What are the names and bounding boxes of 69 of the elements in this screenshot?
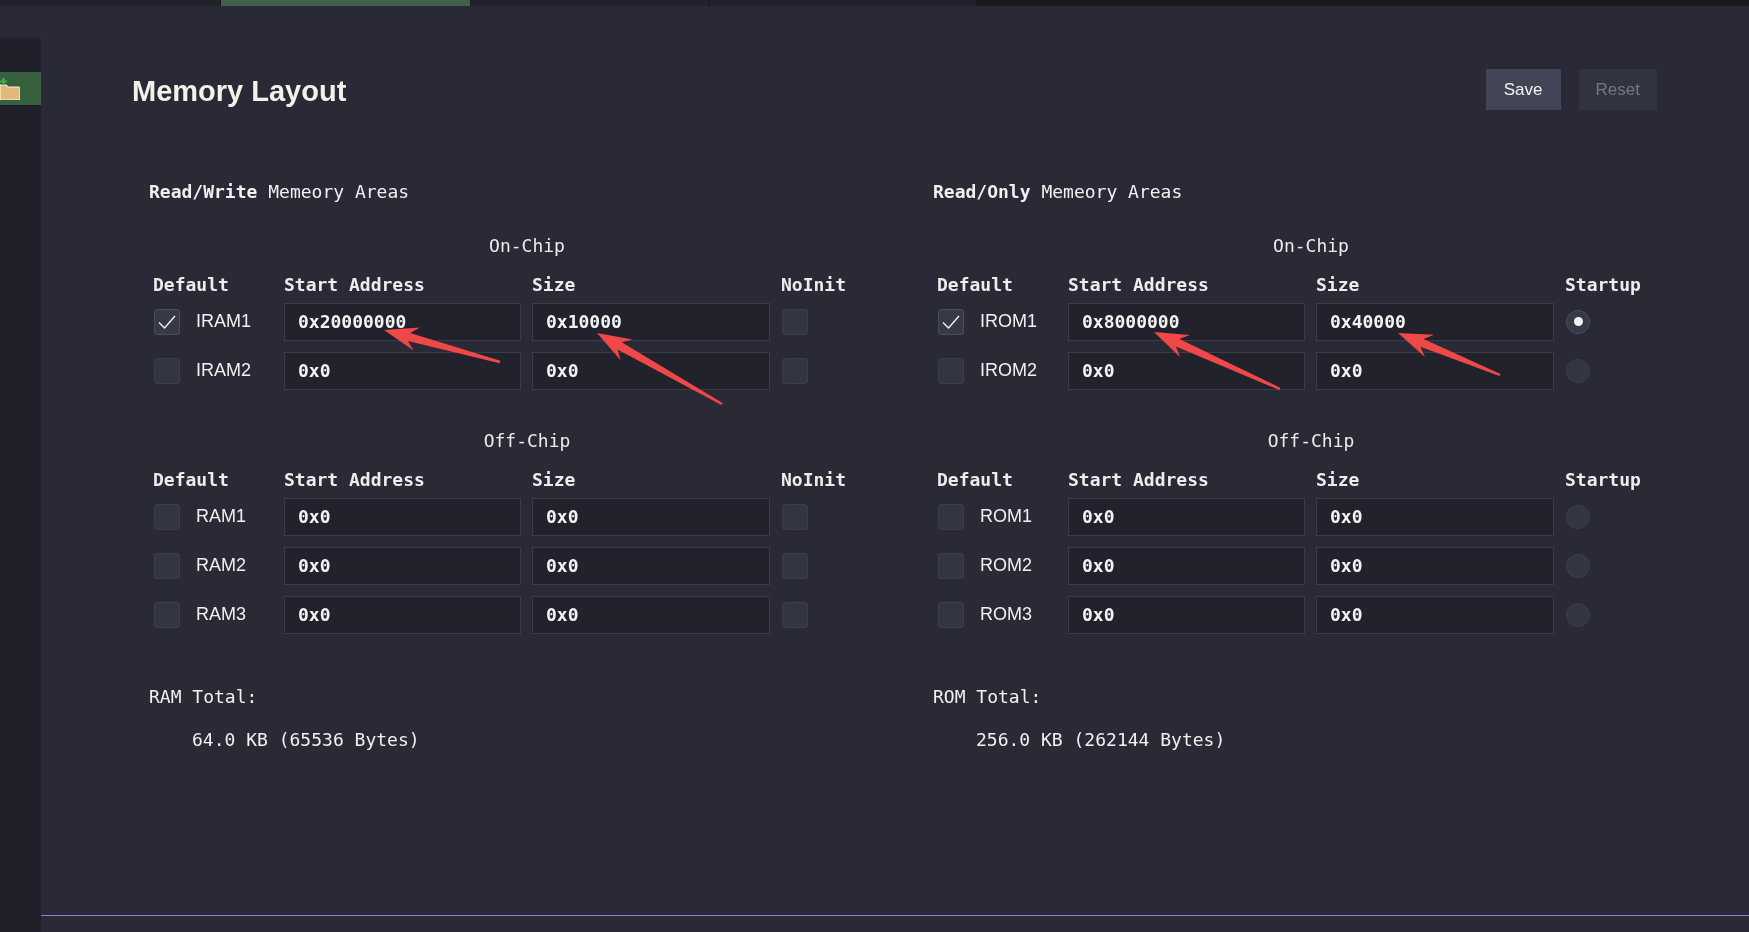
column-header: Default: [153, 273, 229, 296]
text-field[interactable]: 0x0: [532, 351, 770, 390]
text-field[interactable]: 0x0: [532, 546, 770, 585]
text-field[interactable]: 0x40000: [1316, 302, 1554, 341]
check-icon: [942, 314, 960, 329]
tab[interactable]: [471, 0, 710, 6]
column-header: Default: [937, 273, 1013, 296]
area-label: IRAM1: [196, 310, 251, 333]
column-header: Start Address: [1068, 273, 1209, 296]
text-field[interactable]: 0x0: [284, 546, 521, 585]
group-title: On-Chip: [489, 234, 565, 257]
section-heading: Read/Write Memeory Areas: [149, 180, 410, 203]
column-header: Size: [1316, 273, 1360, 296]
checkbox[interactable]: [154, 308, 180, 335]
text-field[interactable]: 0x0: [1316, 595, 1554, 634]
column-header: Startup: [1565, 273, 1641, 296]
tab[interactable]: [0, 0, 221, 6]
column-header: Size: [532, 273, 576, 296]
page-title: Memory Layout: [132, 74, 347, 109]
area-label: RAM2: [196, 554, 246, 577]
column-header: Size: [1316, 468, 1360, 491]
text-field[interactable]: 0x20000000: [284, 302, 521, 341]
folder-add-icon: [0, 77, 20, 100]
column-header: Startup: [1565, 468, 1641, 491]
total-label: RAM Total:: [149, 685, 258, 708]
column-header: Start Address: [284, 273, 425, 296]
text-field[interactable]: 0x0: [284, 497, 521, 536]
text-field[interactable]: 0x0: [1316, 546, 1554, 585]
total-value: 256.0 KB (262144 Bytes): [976, 728, 1226, 751]
column-header: NoInit: [781, 273, 847, 296]
total-label: ROM Total:: [933, 685, 1042, 708]
text-field[interactable]: 0x0: [1068, 546, 1305, 585]
area-label: ROM2: [980, 554, 1032, 577]
text-field[interactable]: 0x0: [1316, 351, 1554, 390]
text-field[interactable]: 0x0: [1316, 497, 1554, 536]
group-title: Off-Chip: [1267, 429, 1355, 452]
save-button[interactable]: Save: [1485, 68, 1561, 110]
text-field[interactable]: 0x0: [284, 595, 521, 634]
area-label: IROM1: [980, 310, 1037, 333]
tab[interactable]: [221, 0, 471, 6]
column-header: Default: [153, 468, 229, 491]
group-title: Off-Chip: [483, 429, 571, 452]
text-field[interactable]: 0x0: [1068, 351, 1305, 390]
group-title: On-Chip: [1273, 234, 1349, 257]
tab[interactable]: [710, 0, 977, 6]
column-header: NoInit: [781, 468, 847, 491]
text-field[interactable]: 0x0: [532, 595, 770, 634]
sidebar-item[interactable]: [0, 72, 41, 105]
total-value: 64.0 KB (65536 Bytes): [192, 728, 420, 751]
text-field[interactable]: 0x0: [532, 497, 770, 536]
text-field[interactable]: 0x8000000: [1068, 302, 1305, 341]
text-field[interactable]: 0x10000: [532, 302, 770, 341]
text-field[interactable]: 0x0: [1068, 595, 1305, 634]
area-label: ROM3: [980, 603, 1032, 626]
area-label: RAM3: [196, 603, 246, 626]
checkbox[interactable]: [938, 308, 964, 335]
section-heading: Read/Only Memeory Areas: [933, 180, 1183, 203]
text-field[interactable]: 0x0: [1068, 497, 1305, 536]
area-label: RAM1: [196, 505, 246, 528]
area-label: IROM2: [980, 359, 1037, 382]
area-label: ROM1: [980, 505, 1032, 528]
column-header: Start Address: [284, 468, 425, 491]
area-label: IRAM2: [196, 359, 251, 382]
radio-button[interactable]: [1566, 309, 1590, 334]
column-header: Default: [937, 468, 1013, 491]
column-header: Size: [532, 468, 576, 491]
check-icon: [158, 314, 176, 329]
text-field[interactable]: 0x0: [284, 351, 521, 390]
column-header: Start Address: [1068, 468, 1209, 491]
